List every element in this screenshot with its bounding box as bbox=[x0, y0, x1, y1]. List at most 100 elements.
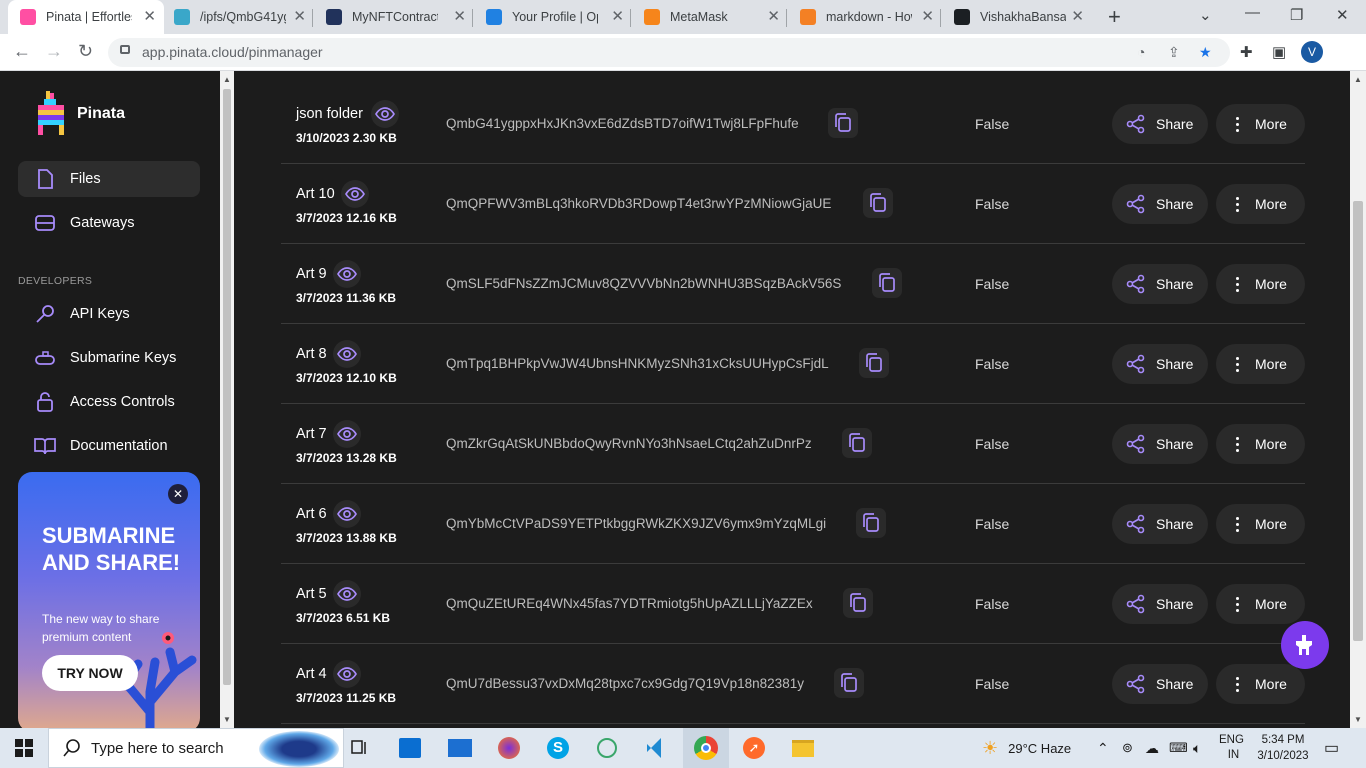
preview-eye-icon[interactable] bbox=[333, 500, 361, 528]
scroll-up-arrow-icon[interactable]: ▲ bbox=[1354, 75, 1362, 84]
preview-eye-icon[interactable] bbox=[333, 340, 361, 368]
copy-cid-icon[interactable] bbox=[863, 188, 893, 218]
close-tab-icon[interactable]: ✕ bbox=[921, 9, 934, 24]
close-tab-icon[interactable]: ✕ bbox=[453, 9, 466, 24]
vscode-icon[interactable] bbox=[643, 728, 669, 768]
profile-avatar[interactable]: V bbox=[1301, 41, 1323, 63]
bookmark-star-icon[interactable]: ★ bbox=[1199, 44, 1212, 61]
sidebar-scrollbar[interactable]: ▲ ▼ bbox=[220, 71, 234, 728]
preview-eye-icon[interactable] bbox=[333, 660, 361, 688]
clock[interactable]: 5:34 PM 3/10/2023 bbox=[1253, 728, 1313, 768]
reload-button[interactable]: ↻ bbox=[78, 41, 93, 62]
more-button[interactable]: More bbox=[1216, 424, 1305, 464]
browser-tab[interactable]: MetaMask ✕ bbox=[632, 0, 788, 34]
new-tab-button[interactable]: + bbox=[1108, 4, 1121, 30]
copy-cid-icon[interactable] bbox=[843, 588, 873, 618]
close-tab-icon[interactable]: ✕ bbox=[143, 9, 156, 24]
task-view-icon[interactable] bbox=[348, 728, 372, 768]
close-window-button[interactable]: ✕ bbox=[1336, 6, 1349, 24]
back-button[interactable]: ← bbox=[13, 41, 31, 62]
onedrive-cloud-icon[interactable]: ☁ bbox=[1145, 728, 1159, 768]
browser-tab[interactable]: Your Profile | Ope ✕ bbox=[474, 0, 632, 34]
share-button[interactable]: Share bbox=[1112, 104, 1208, 144]
file-explorer-icon[interactable] bbox=[790, 728, 816, 768]
skype-icon[interactable]: S bbox=[545, 728, 571, 768]
firefox-icon[interactable] bbox=[496, 728, 522, 768]
more-button[interactable]: More bbox=[1216, 664, 1305, 704]
browser-tab[interactable]: VishakhaBansal1(✕ bbox=[942, 0, 1092, 34]
file-name[interactable]: Art 5 bbox=[296, 586, 327, 602]
share-button[interactable]: Share bbox=[1112, 344, 1208, 384]
sidebar-item-submarine-keys[interactable]: Submarine Keys bbox=[18, 340, 200, 376]
notifications-icon[interactable]: ▭ bbox=[1324, 728, 1339, 768]
network-icon[interactable]: ⌨ bbox=[1169, 728, 1188, 768]
promo-close-button[interactable]: ✕ bbox=[168, 484, 188, 504]
copy-cid-icon[interactable] bbox=[856, 508, 886, 538]
sidebar-item-gateways[interactable]: Gateways bbox=[18, 205, 200, 241]
share-button[interactable]: Share bbox=[1112, 584, 1208, 624]
tab-search-chevron-icon[interactable]: ⌄ bbox=[1199, 6, 1212, 24]
volume-icon[interactable]: 🔈︎ bbox=[1193, 728, 1201, 768]
copy-cid-icon[interactable] bbox=[842, 428, 872, 458]
side-panel-icon[interactable]: ▣ bbox=[1272, 43, 1286, 61]
show-hidden-icons-chevron-icon[interactable]: ⌃ bbox=[1097, 728, 1109, 768]
sidebar-item-access-controls[interactable]: Access Controls bbox=[18, 384, 200, 420]
preview-eye-icon[interactable] bbox=[333, 580, 361, 608]
more-button[interactable]: More bbox=[1216, 264, 1305, 304]
file-row[interactable]: Art 8 3/7/2023 12.10 KB QmTpq1BHPkpVwJW4Ub… bbox=[281, 324, 1305, 404]
copy-cid-icon[interactable] bbox=[872, 268, 902, 298]
browser-tab[interactable]: Pinata | Effortless ✕ bbox=[8, 0, 164, 34]
file-name[interactable]: Art 9 bbox=[296, 266, 327, 282]
share-button[interactable]: Share bbox=[1112, 424, 1208, 464]
preview-eye-icon[interactable] bbox=[341, 180, 369, 208]
sidebar-scroll-thumb[interactable] bbox=[223, 89, 231, 685]
more-button[interactable]: More bbox=[1216, 504, 1305, 544]
browser-tab[interactable]: /ipfs/QmbG41ygpp ✕ bbox=[162, 0, 314, 34]
preview-eye-icon[interactable] bbox=[371, 100, 399, 128]
weather-widget[interactable]: ☀ 29°C Haze bbox=[982, 728, 1071, 768]
tray-device-icon[interactable]: ⊚ bbox=[1122, 728, 1133, 768]
minimize-button[interactable]: — bbox=[1245, 4, 1260, 21]
try-now-button[interactable]: TRY NOW bbox=[42, 655, 138, 691]
share-button[interactable]: Share bbox=[1112, 184, 1208, 224]
sidebar-item-api-keys[interactable]: API Keys bbox=[18, 296, 200, 332]
share-button[interactable]: Share bbox=[1112, 264, 1208, 304]
forward-button[interactable]: → bbox=[45, 41, 63, 62]
file-cid[interactable]: QmbG41ygppxHxJKn3vxE6dZdsBTD7oifW1Twj8LF… bbox=[446, 116, 799, 131]
maximize-button[interactable]: ❐ bbox=[1290, 6, 1303, 24]
file-row[interactable]: Art 6 3/7/2023 13.88 KB QmYbMcCtVPaDS9YETP… bbox=[281, 484, 1305, 564]
more-button[interactable]: More bbox=[1216, 184, 1305, 224]
copy-cid-icon[interactable] bbox=[859, 348, 889, 378]
more-button[interactable]: More bbox=[1216, 344, 1305, 384]
help-chat-button[interactable] bbox=[1281, 621, 1329, 669]
file-row[interactable]: Art 5 3/7/2023 6.51 KB QmQuZEtUREq4WNx45fa… bbox=[281, 564, 1305, 644]
sidebar-item-files[interactable]: Files bbox=[18, 161, 200, 197]
performance-icon[interactable]: ◔ bbox=[1137, 44, 1145, 60]
file-cid[interactable]: QmYbMcCtVPaDS9YETPtkbggRWkZKX9JZV6ymx9mY… bbox=[446, 516, 826, 531]
preview-eye-icon[interactable] bbox=[333, 420, 361, 448]
close-tab-icon[interactable]: ✕ bbox=[293, 9, 306, 24]
url-text[interactable]: app.pinata.cloud/pinmanager bbox=[142, 44, 323, 60]
file-row[interactable]: json folder 3/10/2023 2.30 KB QmbG41ygppxH… bbox=[281, 84, 1305, 164]
page-scrollbar[interactable]: ▲ ▼ bbox=[1350, 71, 1366, 728]
file-row[interactable]: Art 10 3/7/2023 12.16 KB QmQPFWV3mBLq3hkoR… bbox=[281, 164, 1305, 244]
taskbar-search-box[interactable]: Type here to search bbox=[48, 728, 344, 768]
file-row[interactable]: Art 9 3/7/2023 11.36 KB QmSLF5dFNsZZmJCMuv… bbox=[281, 244, 1305, 324]
close-tab-icon[interactable]: ✕ bbox=[1071, 9, 1084, 24]
file-name[interactable]: Art 6 bbox=[296, 506, 327, 522]
extensions-puzzle-icon[interactable]: ✚ bbox=[1240, 43, 1253, 61]
file-name[interactable]: Art 10 bbox=[296, 186, 335, 202]
share-page-icon[interactable]: ⇪ bbox=[1168, 44, 1180, 61]
mail-icon[interactable] bbox=[447, 728, 473, 768]
omnibox[interactable]: app.pinata.cloud/pinmanager ◔ ⇪ ★ bbox=[108, 38, 1230, 67]
app-circle-icon[interactable] bbox=[594, 728, 620, 768]
brave-compass-icon[interactable]: ➚ bbox=[741, 728, 767, 768]
chrome-icon[interactable] bbox=[683, 728, 729, 768]
close-tab-icon[interactable]: ✕ bbox=[767, 9, 780, 24]
windows-start-button[interactable] bbox=[0, 728, 48, 768]
file-cid[interactable]: QmTpq1BHPkpVwJW4UbnsHNKMyzSNh31xCksUUHyp… bbox=[446, 356, 829, 371]
file-cid[interactable]: QmZkrGqAtSkUNBbdoQwyRvnNYo3hNsaeLCtq2ahZ… bbox=[446, 436, 812, 451]
scroll-down-arrow-icon[interactable]: ▼ bbox=[1354, 715, 1362, 724]
scroll-down-arrow-icon[interactable]: ▼ bbox=[223, 715, 231, 724]
file-row[interactable]: Art 4 3/7/2023 11.25 KB QmU7dBessu37vxDxMq… bbox=[281, 644, 1305, 724]
